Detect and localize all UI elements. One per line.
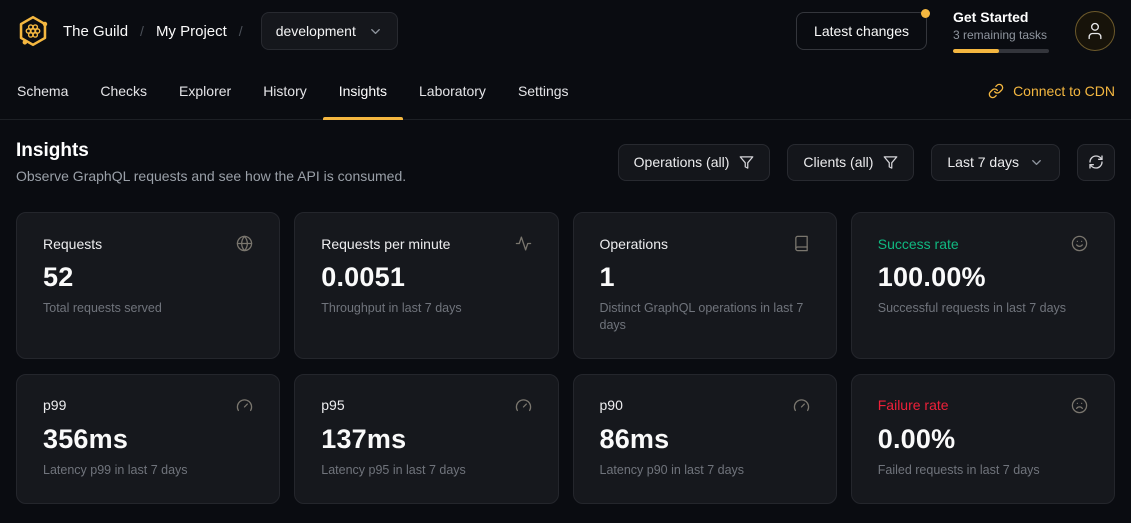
- stat-card-title: Requests per minute: [321, 236, 450, 252]
- stat-card-title: Success rate: [878, 236, 959, 252]
- period-select-value: Last 7 days: [947, 154, 1019, 170]
- stat-card: p99 356ms Latency p99 in last 7 days: [16, 374, 280, 504]
- stat-card-caption: Latency p90 in last 7 days: [600, 462, 810, 479]
- period-select[interactable]: Last 7 days: [931, 144, 1060, 181]
- link-icon: [988, 83, 1004, 99]
- tab-settings[interactable]: Settings: [502, 62, 585, 119]
- stat-card: Requests 52 Total requests served: [16, 212, 280, 359]
- stat-card-title: Failure rate: [878, 397, 949, 413]
- stat-card-caption: Total requests served: [43, 300, 253, 317]
- stat-card-value: 137ms: [321, 424, 531, 455]
- frown-icon: [1071, 397, 1088, 414]
- refresh-icon: [1088, 154, 1104, 170]
- stat-card: p95 137ms Latency p95 in last 7 days: [294, 374, 558, 504]
- refresh-button[interactable]: [1077, 144, 1115, 181]
- stat-card-caption: Distinct GraphQL operations in last 7 da…: [600, 300, 810, 334]
- clients-filter-label: Clients (all): [803, 154, 873, 170]
- stat-card-value: 86ms: [600, 424, 810, 455]
- latest-changes-label: Latest changes: [814, 23, 909, 39]
- stat-card-caption: Throughput in last 7 days: [321, 300, 531, 317]
- breadcrumb: The Guild / My Project /: [63, 23, 255, 40]
- stat-card: Success rate 100.00% Successful requests…: [851, 212, 1115, 359]
- target-selector-value: development: [276, 23, 356, 39]
- app-header: The Guild / My Project / development Lat…: [0, 0, 1131, 62]
- tab-explorer[interactable]: Explorer: [163, 62, 247, 119]
- main-content: Insights Observe GraphQL requests and se…: [0, 120, 1131, 504]
- tab-laboratory[interactable]: Laboratory: [403, 62, 502, 119]
- operations-filter-label: Operations (all): [634, 154, 730, 170]
- globe-icon: [236, 235, 253, 252]
- stat-card-title: Requests: [43, 236, 102, 252]
- header-right: Latest changes Get Started 3 remaining t…: [796, 9, 1115, 53]
- progress-track: [953, 49, 1049, 53]
- stat-card-title: p99: [43, 397, 66, 413]
- filter-icon: [883, 155, 898, 170]
- page-title: Insights: [16, 140, 406, 162]
- smile-icon: [1071, 235, 1088, 252]
- stat-card: Failure rate 0.00% Failed requests in la…: [851, 374, 1115, 504]
- tab-checks[interactable]: Checks: [84, 62, 163, 119]
- operations-filter-button[interactable]: Operations (all): [618, 144, 771, 181]
- breadcrumb-project[interactable]: My Project: [156, 23, 227, 40]
- stat-card-title: p90: [600, 397, 623, 413]
- stat-card-value: 0.0051: [321, 262, 531, 293]
- clients-filter-button[interactable]: Clients (all): [787, 144, 914, 181]
- stat-card-value: 356ms: [43, 424, 253, 455]
- nav-tabs: Schema Checks Explorer History Insights …: [1, 62, 585, 119]
- chevron-down-icon: [1029, 155, 1044, 170]
- stat-card-title: Operations: [600, 236, 668, 252]
- chevron-down-icon: [368, 24, 383, 39]
- progress-fill: [953, 49, 999, 53]
- breadcrumb-org[interactable]: The Guild: [63, 23, 128, 40]
- connect-to-cdn-link[interactable]: Connect to CDN: [988, 62, 1115, 119]
- stat-card: Operations 1 Distinct GraphQL operations…: [573, 212, 837, 359]
- latest-changes-button[interactable]: Latest changes: [796, 12, 927, 50]
- stat-card-value: 100.00%: [878, 262, 1088, 293]
- notification-dot: [921, 9, 930, 18]
- stat-card-caption: Failed requests in last 7 days: [878, 462, 1088, 479]
- page-subtitle: Observe GraphQL requests and see how the…: [16, 168, 406, 184]
- user-avatar[interactable]: [1075, 11, 1115, 51]
- breadcrumb-separator: /: [239, 23, 243, 39]
- tab-history[interactable]: History: [247, 62, 323, 119]
- book-icon: [793, 235, 810, 252]
- get-started-title: Get Started: [953, 9, 1049, 25]
- stat-card: p90 86ms Latency p90 in last 7 days: [573, 374, 837, 504]
- connect-to-cdn-label: Connect to CDN: [1013, 83, 1115, 99]
- target-selector[interactable]: development: [261, 12, 398, 50]
- stat-card: Requests per minute 0.0051 Throughput in…: [294, 212, 558, 359]
- gauge-icon: [515, 397, 532, 414]
- get-started-subtitle: 3 remaining tasks: [953, 28, 1049, 42]
- user-icon: [1085, 21, 1105, 41]
- page-head: Insights Observe GraphQL requests and se…: [16, 140, 1115, 184]
- stat-card-caption: Latency p99 in last 7 days: [43, 462, 253, 479]
- stat-card-title: p95: [321, 397, 344, 413]
- tab-schema[interactable]: Schema: [1, 62, 84, 119]
- main-nav: Schema Checks Explorer History Insights …: [0, 62, 1131, 120]
- brand: The Guild / My Project / development: [16, 12, 398, 50]
- stat-card-value: 52: [43, 262, 253, 293]
- page-title-block: Insights Observe GraphQL requests and se…: [16, 140, 406, 184]
- activity-icon: [515, 235, 532, 252]
- filter-icon: [739, 155, 754, 170]
- stat-card-value: 0.00%: [878, 424, 1088, 455]
- get-started-widget[interactable]: Get Started 3 remaining tasks: [953, 9, 1049, 53]
- stats-grid: Requests 52 Total requests served Reques…: [16, 212, 1115, 504]
- tab-insights[interactable]: Insights: [323, 62, 403, 119]
- stat-card-caption: Successful requests in last 7 days: [878, 300, 1088, 317]
- filter-bar: Operations (all) Clients (all) Last 7 da…: [618, 144, 1115, 181]
- hive-logo-icon[interactable]: [16, 14, 50, 48]
- gauge-icon: [793, 397, 810, 414]
- stat-card-caption: Latency p95 in last 7 days: [321, 462, 531, 479]
- gauge-icon: [236, 397, 253, 414]
- stat-card-value: 1: [600, 262, 810, 293]
- breadcrumb-separator: /: [140, 23, 144, 39]
